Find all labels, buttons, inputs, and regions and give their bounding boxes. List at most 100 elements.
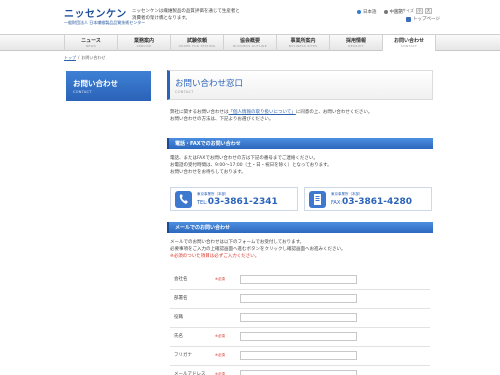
form-row: 会社名 ※必須 bbox=[170, 274, 430, 290]
row-divider bbox=[170, 365, 430, 366]
font-large-button[interactable]: 大 bbox=[424, 8, 432, 14]
nav-label: 事業所案内 bbox=[290, 38, 316, 44]
nav-sublabel: NEWS bbox=[85, 44, 97, 48]
form-text-input[interactable] bbox=[240, 313, 357, 322]
nav-item-news[interactable]: ニュース NEWS bbox=[64, 35, 117, 51]
nav-label: お問い合わせ bbox=[393, 38, 424, 44]
intro-text-2: お問い合わせの方法は、下記よりお選びください。 bbox=[170, 117, 274, 122]
top-page-link[interactable]: トップページ bbox=[406, 16, 440, 22]
global-nav-items: ニュース NEWS 業務案内 SERVICE 試験依頼 ORDER FOR TESTING… bbox=[64, 35, 436, 51]
mail-text-2: 必要事項をご入力の上確認画面へ進むボタンをクリックし確認画面へお進みください。 bbox=[170, 247, 346, 252]
site-logo[interactable]: ニッセンケン 一般財団法人 日本繊維製品品質技術センター bbox=[64, 5, 145, 31]
form-row: 氏名 ※必須 bbox=[170, 331, 430, 347]
form-field-label: 氏名 bbox=[174, 334, 183, 339]
row-divider bbox=[170, 308, 430, 309]
fax-number: FAX:03-3861-4280 bbox=[331, 197, 412, 207]
breadcrumb-separator: / bbox=[78, 55, 80, 60]
nav-label: 業務案内 bbox=[133, 38, 154, 44]
tel-prefix: TEL: bbox=[197, 200, 208, 206]
mail-text-1: メールでのお問い合わせは以下のフォームでお受付しております。 bbox=[170, 240, 305, 245]
breadcrumb: トップ / お問い合わせ bbox=[64, 55, 105, 61]
form-field-label: メールアドレス bbox=[174, 372, 206, 375]
nav-sublabel: ORDER FOR TESTING bbox=[178, 44, 216, 48]
form-field-label: フリガナ bbox=[174, 353, 192, 358]
phone-text-1: 電話、またはFAXでお問い合わせの方は下記の番号までご連絡ください。 bbox=[170, 156, 318, 161]
phone-text-2: お電話の受付時間は、9:00〜17:00（土・日・祝日を除く）となっております。 bbox=[170, 163, 332, 168]
nav-label: ニュース bbox=[81, 38, 101, 44]
logo-text: ニッセンケン bbox=[64, 9, 127, 20]
tel-value: 03-3861-2341 bbox=[207, 197, 278, 207]
phone-section-text: 電話、またはFAXでお問い合わせの方は下記の番号までご連絡ください。 お電話の受… bbox=[170, 155, 430, 176]
nav-sublabel: SERVICE bbox=[136, 44, 152, 48]
font-size-label: 文字サイズ bbox=[394, 8, 414, 13]
nav-sublabel: BUSINESS SITES bbox=[288, 44, 318, 48]
intro-text: 弊社に関するお問い合わせは「個人情報の取り扱いについて」に同意の上、お問い合わせ… bbox=[170, 109, 430, 123]
page-title: お問い合わせ窓口 bbox=[175, 79, 244, 89]
row-divider bbox=[170, 346, 430, 347]
form-text-input[interactable] bbox=[240, 370, 357, 375]
tel-card: 東京事業所（本部） TEL:03-3861-2341 bbox=[170, 187, 298, 211]
fax-value: 03-3861-4280 bbox=[341, 197, 413, 207]
phone-section-heading: 電話・FAXでのお問い合わせ bbox=[167, 138, 433, 149]
nav-item-recruit[interactable]: 採用情報 RECRUIT bbox=[329, 35, 382, 51]
breadcrumb-home[interactable]: トップ bbox=[64, 55, 76, 61]
form-field-label: 会社名 bbox=[174, 277, 188, 282]
page-subtitle: CONTACT bbox=[175, 90, 194, 94]
required-badge: ※必須 bbox=[215, 353, 225, 357]
nav-item-contact[interactable]: お問い合わせ CONTACT bbox=[382, 35, 436, 51]
form-row: メールアドレス ※必須 bbox=[170, 369, 430, 375]
form-field-label: 役職 bbox=[174, 315, 183, 320]
nav-sublabel: RECRUIT bbox=[348, 44, 364, 48]
nav-item-service[interactable]: 業務案内 SERVICE bbox=[117, 35, 170, 51]
mail-section-heading: メールでのお問い合わせ bbox=[167, 222, 433, 233]
site-header: ニッセンケン 一般財団法人 日本繊維製品品質技術センター ニッセンケンは繊維製品… bbox=[0, 0, 500, 34]
intro-text-a: 弊社に関するお問い合わせは bbox=[170, 110, 229, 115]
breadcrumb-current: お問い合わせ bbox=[81, 55, 106, 60]
page: ニッセンケン 一般財団法人 日本繊維製品品質技術センター ニッセンケンは繊維製品… bbox=[0, 0, 500, 375]
row-divider bbox=[170, 289, 430, 290]
sidebar-title-box: お問い合わせ CONTACT bbox=[66, 71, 151, 101]
nav-item-business-sites[interactable]: 事業所案内 BUSINESS SITES bbox=[276, 35, 329, 51]
fax-card: 東京事業所（本部） FAX:03-3861-4280 bbox=[304, 187, 432, 211]
sidebar-title: お問い合わせ bbox=[73, 79, 118, 88]
home-icon bbox=[406, 16, 411, 22]
form-row: フリガナ ※必須 bbox=[170, 350, 430, 366]
form-text-input[interactable] bbox=[240, 294, 357, 303]
nav-item-order-for-testing[interactable]: 試験依頼 ORDER FOR TESTING bbox=[170, 35, 223, 51]
nav-label: 協会概要 bbox=[239, 38, 260, 44]
radio-dot-icon bbox=[357, 10, 361, 14]
font-size-control: 文字サイズ 小 大 bbox=[394, 8, 432, 14]
fax-prefix: FAX: bbox=[331, 200, 342, 206]
fax-icon bbox=[309, 191, 326, 208]
phone-text-3: お問い合わせをお待ちしております。 bbox=[170, 170, 246, 175]
mail-text-3: ※必須のついた項目は必ずご入力ください。 bbox=[170, 254, 260, 259]
nav-label: 採用情報 bbox=[345, 38, 366, 44]
lang-label: 日本語 bbox=[363, 10, 377, 15]
row-divider bbox=[170, 327, 430, 328]
nav-label: 試験依頼 bbox=[186, 38, 207, 44]
required-badge: ※必須 bbox=[215, 334, 225, 338]
font-small-button[interactable]: 小 bbox=[415, 8, 423, 14]
form-row: 役職 bbox=[170, 312, 430, 328]
form-row: 部署名 bbox=[170, 293, 430, 309]
top-page-label: トップページ bbox=[413, 17, 440, 22]
radio-dot-icon bbox=[383, 10, 388, 14]
required-badge: ※必須 bbox=[215, 277, 225, 281]
page-title-box: お問い合わせ窓口 CONTACT bbox=[167, 70, 433, 100]
lang-japanese[interactable]: 日本語 bbox=[357, 9, 377, 15]
nav-sublabel: BUSINESS OUTLINE bbox=[233, 44, 267, 48]
global-nav: ニュース NEWS 業務案内 SERVICE 試験依頼 ORDER FOR TESTING… bbox=[0, 34, 500, 51]
form-text-input[interactable] bbox=[240, 275, 357, 284]
sidebar-subtitle: CONTACT bbox=[73, 90, 92, 94]
nav-sublabel: CONTACT bbox=[400, 44, 418, 48]
form-text-input[interactable] bbox=[240, 332, 357, 341]
form-text-input[interactable] bbox=[240, 351, 357, 360]
tel-number: TEL:03-3861-2341 bbox=[197, 197, 278, 207]
mail-section-text: メールでのお問い合わせは以下のフォームでお受付しております。 必要事項をご入力の… bbox=[170, 239, 430, 260]
site-tagline: ニッセンケンは繊維製品の品質評価を通じて生産者と消費者の架け橋となります。 bbox=[132, 9, 240, 21]
privacy-policy-link[interactable]: 「個人情報の取り扱いについて」 bbox=[229, 110, 296, 115]
nav-item-business-outline[interactable]: 協会概要 BUSINESS OUTLINE bbox=[223, 35, 276, 51]
intro-text-b: に同意の上、お問い合わせください。 bbox=[295, 110, 373, 115]
form-field-label: 部署名 bbox=[174, 296, 188, 301]
phone-icon bbox=[175, 191, 192, 208]
